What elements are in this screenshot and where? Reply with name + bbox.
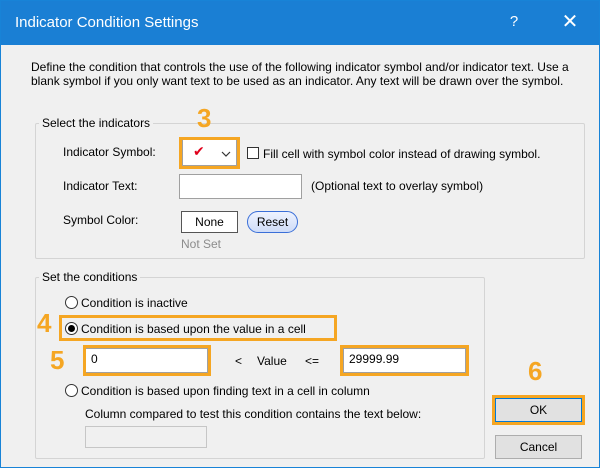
radio-text-in-column[interactable]: [65, 384, 78, 397]
step5-upper-highlight: [340, 345, 469, 376]
indicators-group-legend: Select the indicators: [39, 116, 154, 130]
step6-badge: 6: [528, 356, 543, 386]
step4-highlight: [59, 315, 337, 341]
close-icon[interactable]: ✕: [555, 9, 585, 34]
description-text: Define the condition that controls the u…: [31, 60, 569, 88]
indicator-text-label: Indicator Text:: [63, 179, 138, 193]
dialog-window: Indicator Condition Settings ? ✕ Define …: [0, 0, 600, 468]
indicator-symbol-label: Indicator Symbol:: [63, 145, 156, 159]
indicator-text-hint: (Optional text to overlay symbol): [311, 179, 484, 193]
help-icon[interactable]: ?: [505, 13, 523, 30]
indicator-text-input[interactable]: [179, 174, 302, 199]
cancel-button[interactable]: Cancel: [495, 435, 582, 459]
step6-highlight: [492, 395, 585, 425]
fill-cell-checkbox[interactable]: [247, 147, 259, 159]
reset-button[interactable]: Reset: [247, 211, 298, 233]
window-title: Indicator Condition Settings: [15, 14, 199, 31]
column-text-input: [85, 426, 207, 448]
column-text-label: Column compared to test this condition c…: [85, 407, 422, 421]
symbol-color-swatch[interactable]: None: [181, 211, 238, 233]
fill-cell-checkbox-label: Fill cell with symbol color instead of d…: [263, 147, 541, 161]
radio-inactive-label: Condition is inactive: [81, 296, 188, 310]
step4-badge: 4: [37, 308, 52, 338]
step3-badge: 3: [197, 103, 212, 133]
step5-badge: 5: [50, 345, 65, 375]
less-than-text: <: [235, 354, 243, 368]
step3-highlight: [179, 137, 240, 169]
symbol-color-value: None: [195, 215, 224, 229]
value-text: Value: [257, 354, 287, 368]
title-bar: Indicator Condition Settings ? ✕: [1, 1, 599, 45]
radio-text-in-column-label: Condition is based upon finding text in …: [81, 384, 370, 398]
radio-inactive[interactable]: [65, 296, 78, 309]
conditions-group-legend: Set the conditions: [39, 270, 141, 284]
less-than-equal-text: <=: [305, 354, 320, 368]
not-set-text: Not Set: [181, 237, 222, 251]
symbol-color-label: Symbol Color:: [63, 213, 139, 227]
step5-lower-highlight: [83, 345, 211, 376]
